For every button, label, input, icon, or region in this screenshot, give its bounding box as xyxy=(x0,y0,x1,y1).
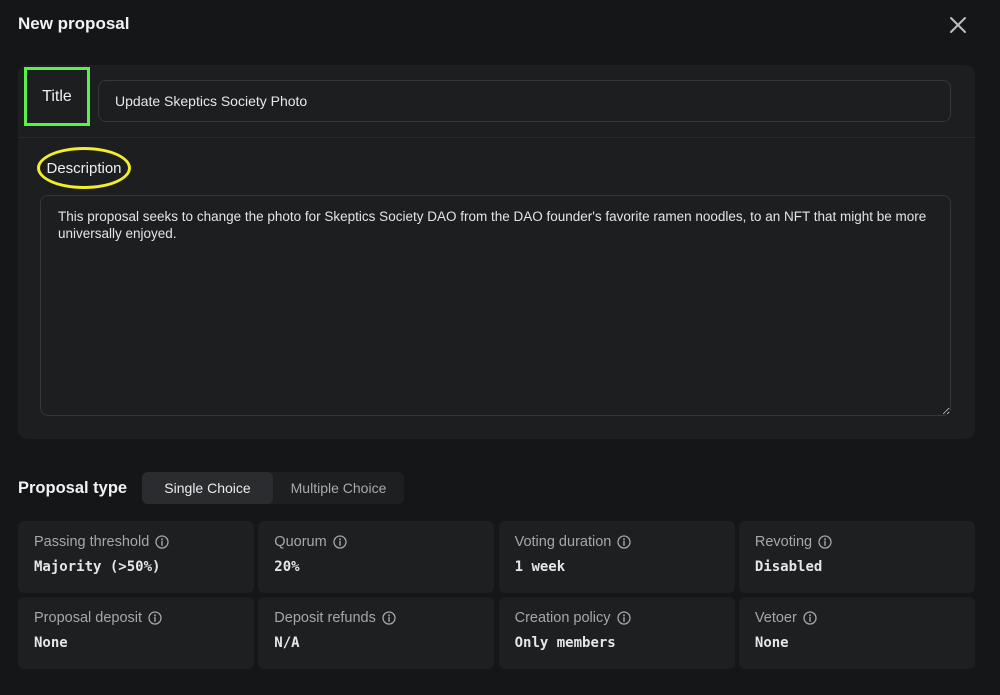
setting-label: Voting duration xyxy=(514,534,612,550)
info-icon[interactable] xyxy=(382,611,396,625)
info-icon[interactable] xyxy=(617,535,631,549)
title-row: Title xyxy=(18,65,975,138)
setting-label-row: Deposit refunds xyxy=(274,610,478,626)
settings-grid: Passing threshold Majority (>50%) Quorum 20… xyxy=(18,521,975,669)
description-textarea[interactable]: This proposal seeks to change the photo … xyxy=(40,195,951,416)
setting-label-row: Proposal deposit xyxy=(34,610,238,626)
setting-value: Disabled xyxy=(754,559,823,575)
info-icon[interactable] xyxy=(148,611,162,625)
proposal-type-label: Proposal type xyxy=(18,479,128,497)
setting-label: Passing threshold xyxy=(34,534,150,550)
title-label: Title xyxy=(24,67,90,126)
proposal-type-toggle: Single Choice Multiple Choice xyxy=(142,472,404,504)
setting-label: Deposit refunds xyxy=(274,610,376,626)
info-icon[interactable] xyxy=(333,535,347,549)
setting-label-row: Vetoer xyxy=(755,610,959,626)
proposal-form-card: Title Description This proposal seeks to… xyxy=(18,65,975,439)
setting-label-row: Quorum xyxy=(274,534,478,550)
setting-value: None xyxy=(34,635,68,651)
setting-label-row: Creation policy xyxy=(515,610,719,626)
setting-revoting: Revoting Disabled xyxy=(738,521,975,593)
setting-voting-duration: Voting duration 1 week xyxy=(498,521,735,593)
description-label: Description xyxy=(46,159,122,177)
info-icon[interactable] xyxy=(818,535,832,549)
title-input[interactable] xyxy=(98,80,951,122)
modal-title: New proposal xyxy=(18,14,130,33)
setting-vetoer: Vetoer None xyxy=(738,597,975,669)
single-choice-tab[interactable]: Single Choice xyxy=(142,472,273,504)
setting-proposal-deposit: Proposal deposit None xyxy=(18,597,254,669)
info-icon[interactable] xyxy=(616,611,631,625)
multiple-choice-tab[interactable]: Multiple Choice xyxy=(273,472,404,504)
title-label-text: Title xyxy=(42,87,72,105)
info-icon[interactable] xyxy=(155,535,169,549)
setting-label-row: Passing threshold xyxy=(34,534,238,550)
setting-passing-threshold: Passing threshold Majority (>50%) xyxy=(18,521,254,593)
setting-label-row: Voting duration xyxy=(515,534,719,550)
setting-label: Creation policy xyxy=(514,610,611,626)
setting-value: Majority (>50%) xyxy=(34,559,161,575)
info-icon[interactable] xyxy=(803,611,817,625)
setting-creation-policy: Creation policy Only members xyxy=(498,597,735,669)
setting-label: Proposal deposit xyxy=(34,610,143,626)
setting-value: N/A xyxy=(274,635,300,651)
close-button[interactable] xyxy=(946,13,970,37)
setting-label: Vetoer xyxy=(754,610,797,626)
setting-deposit-refunds: Deposit refunds N/A xyxy=(258,597,495,669)
setting-quorum: Quorum 20% xyxy=(258,521,495,593)
setting-value: 20% xyxy=(274,559,300,575)
setting-label-row: Revoting xyxy=(755,534,959,550)
setting-value: Only members xyxy=(514,635,616,651)
description-label-highlight: Description xyxy=(37,147,131,189)
setting-label: Quorum xyxy=(274,534,327,550)
setting-value: None xyxy=(754,635,789,651)
setting-value: 1 week xyxy=(514,559,566,575)
setting-label: Revoting xyxy=(754,534,813,550)
close-icon xyxy=(950,17,966,33)
